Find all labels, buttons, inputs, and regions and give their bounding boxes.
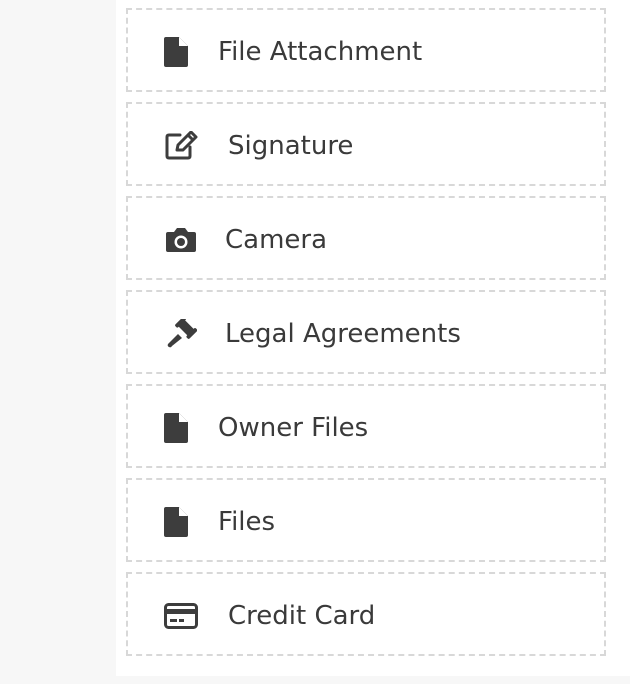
field-label: Owner Files xyxy=(218,413,369,443)
field-legal-agreements[interactable]: Legal Agreements xyxy=(126,290,606,374)
file-icon xyxy=(160,506,194,538)
field-label: Camera xyxy=(225,225,328,255)
field-files[interactable]: Files xyxy=(126,478,606,562)
field-signature[interactable]: Signature xyxy=(126,102,606,186)
gavel-icon xyxy=(164,318,198,350)
file-icon xyxy=(160,412,194,444)
edit-icon xyxy=(164,130,198,162)
file-icon xyxy=(160,36,194,68)
field-label: Credit Card xyxy=(228,601,376,631)
field-label: Legal Agreements xyxy=(225,319,461,349)
field-palette: File Attachment Signature Camera Legal A… xyxy=(126,8,606,666)
field-file-attachment[interactable]: File Attachment xyxy=(126,8,606,92)
field-camera[interactable]: Camera xyxy=(126,196,606,280)
camera-icon xyxy=(164,224,198,256)
field-owner-files[interactable]: Owner Files xyxy=(126,384,606,468)
field-label: Files xyxy=(218,507,276,537)
field-credit-card[interactable]: Credit Card xyxy=(126,572,606,656)
credit-card-icon xyxy=(164,600,198,632)
field-label: File Attachment xyxy=(218,37,423,67)
field-label: Signature xyxy=(228,131,354,161)
